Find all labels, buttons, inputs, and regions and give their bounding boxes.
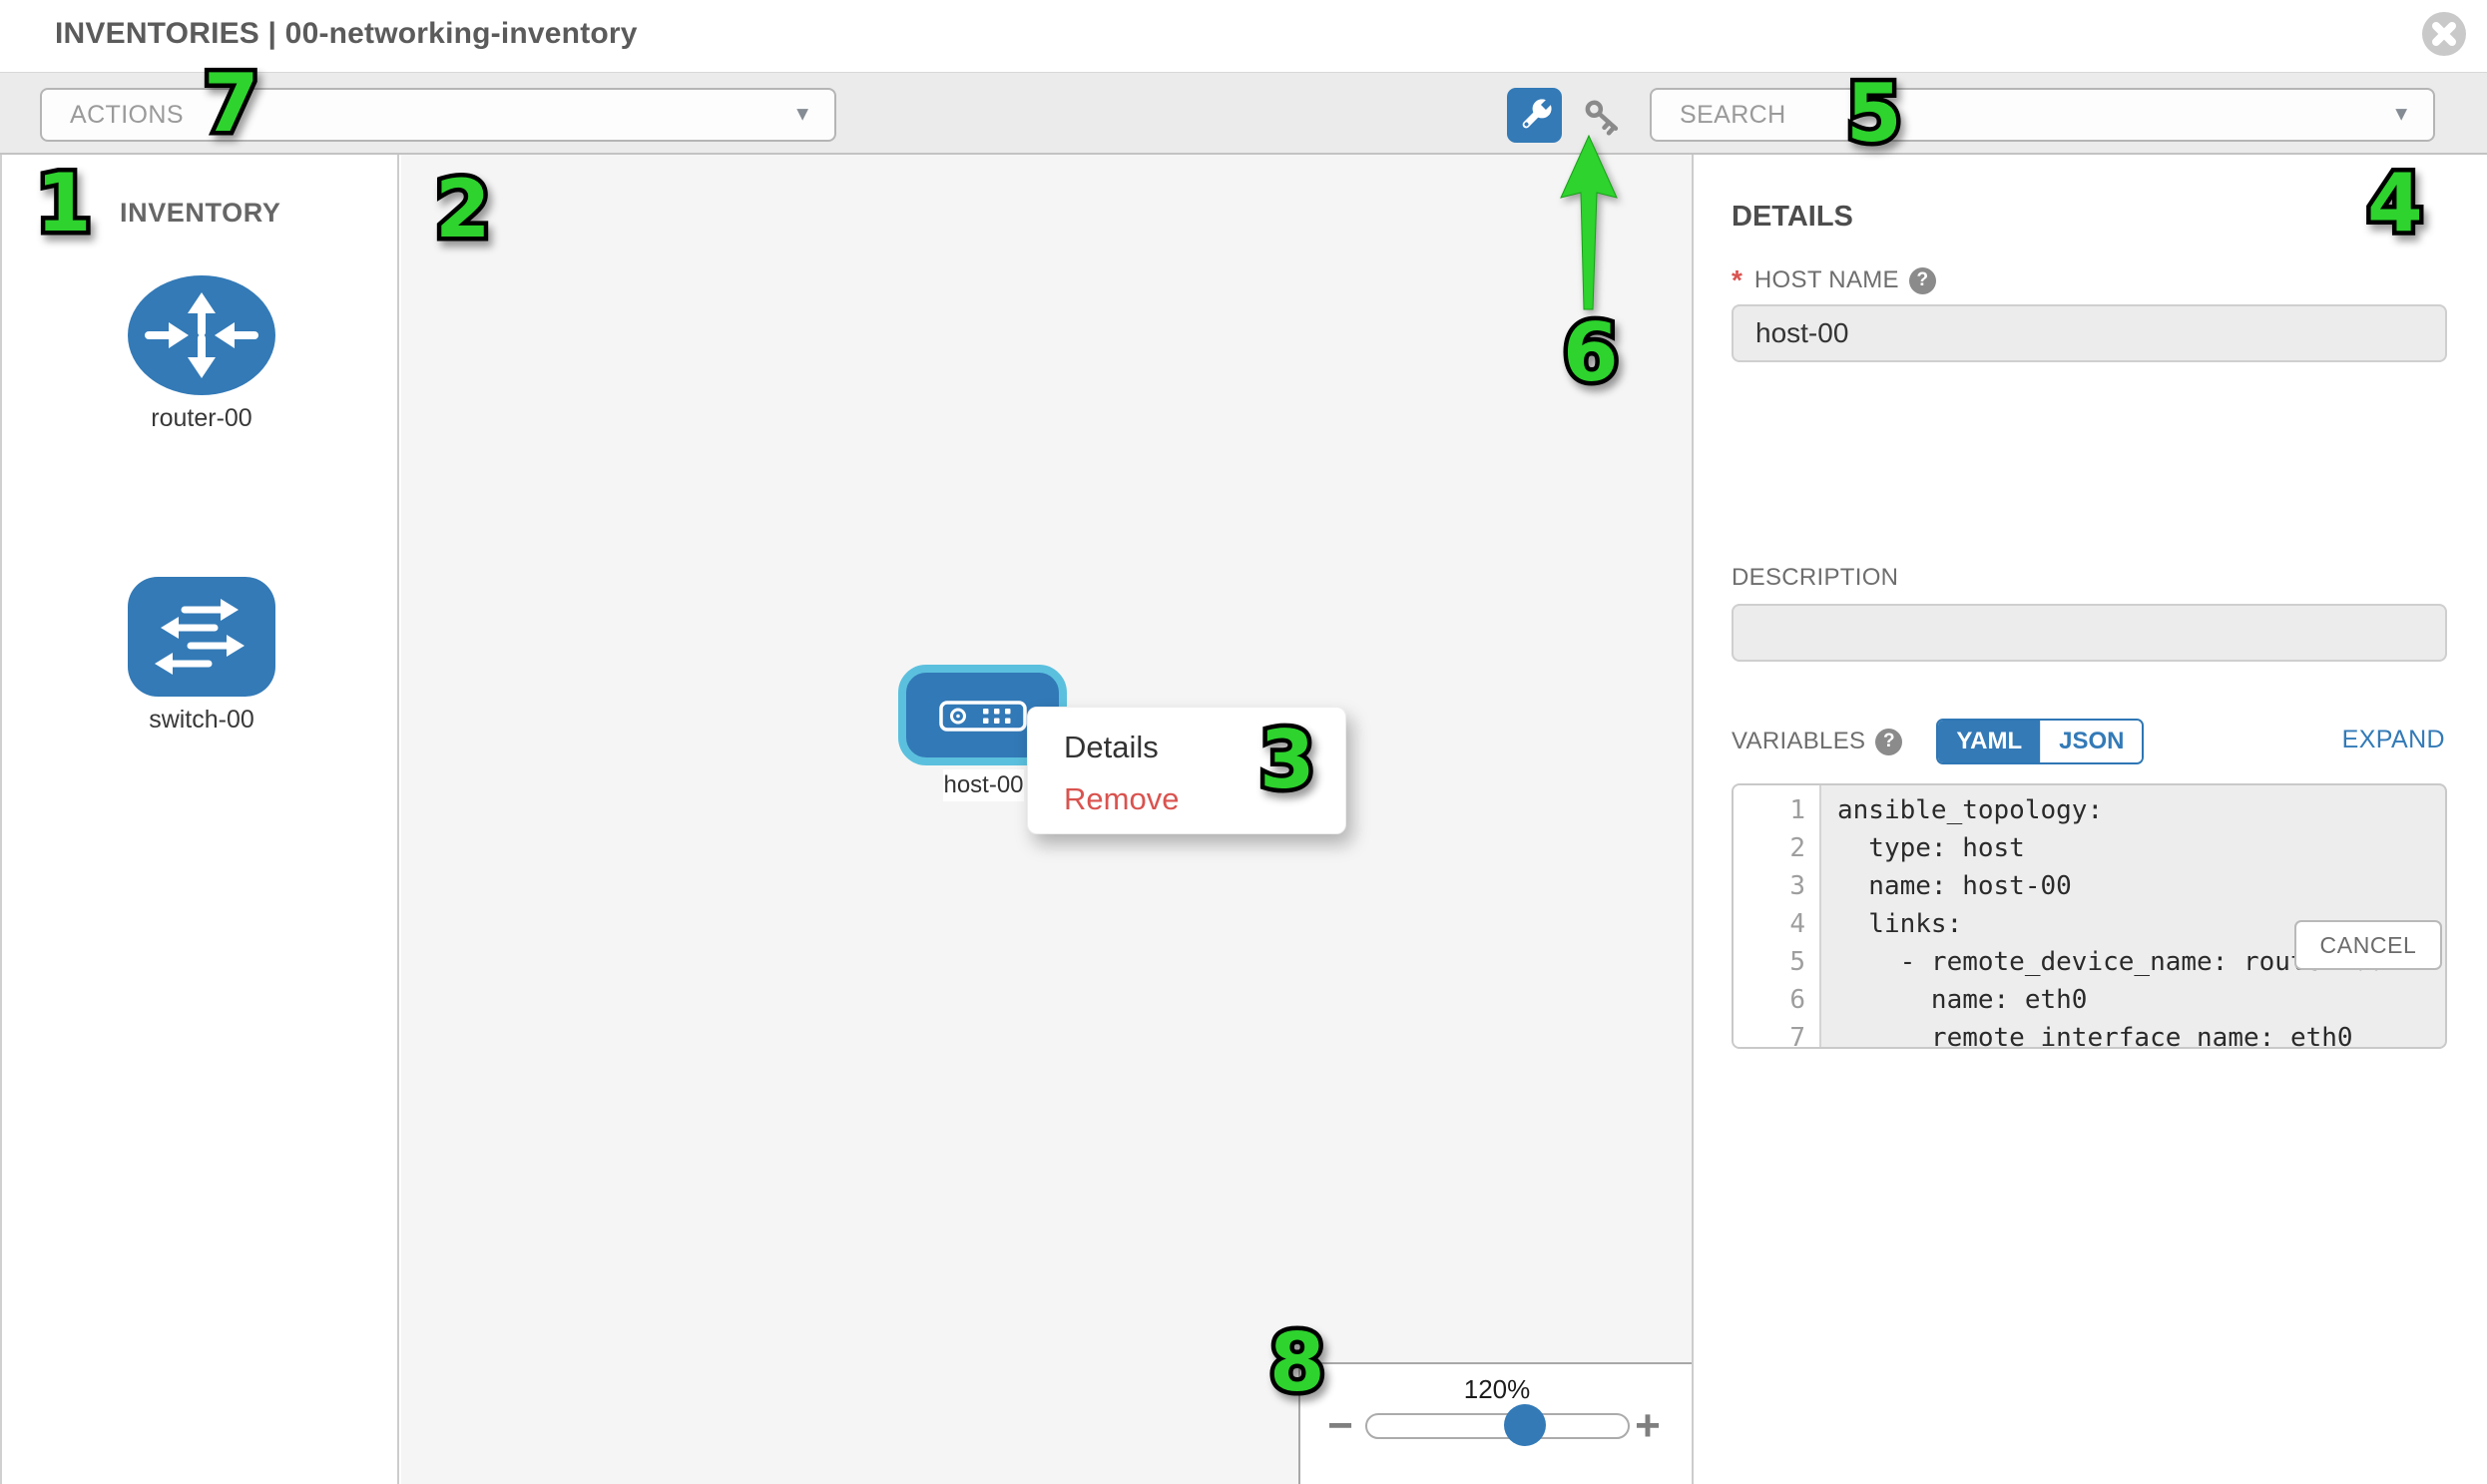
- code-line: remote_interface_name: eth0: [1837, 1019, 2445, 1049]
- node-context-menu: Details Remove: [1027, 707, 1346, 834]
- zoom-level-value: 120%: [1300, 1374, 1692, 1405]
- palette-item-router[interactable]: router-00: [2, 274, 401, 433]
- editor-code-area[interactable]: ansible_topology: type: host name: host-…: [1821, 785, 2445, 1047]
- switch-icon: [127, 576, 276, 698]
- help-icon[interactable]: ?: [1875, 729, 1902, 755]
- toggle-yaml[interactable]: YAML: [1938, 721, 2040, 762]
- variables-format-toggle: YAML JSON: [1936, 719, 2144, 764]
- expand-link[interactable]: EXPAND: [2342, 726, 2445, 754]
- palette-item-label: switch-00: [2, 706, 401, 735]
- breadcrumb: INVENTORIES | 00-networking-inventory: [55, 17, 638, 51]
- menu-item-details[interactable]: Details: [1028, 722, 1345, 773]
- search-dropdown-label: SEARCH: [1652, 101, 1786, 130]
- variables-label: VARIABLES: [1732, 728, 1865, 755]
- description-input[interactable]: [1732, 604, 2447, 662]
- router-icon: [127, 274, 276, 396]
- chevron-down-icon: ▼: [792, 104, 812, 127]
- details-panel: DETAILS * HOST NAME ? DESCRIPTION VARIAB…: [1692, 155, 2487, 1484]
- editor-gutter: 1 2 3 4 5 6 7: [1734, 785, 1821, 1047]
- zoom-slider-track[interactable]: [1365, 1413, 1630, 1439]
- actions-dropdown[interactable]: ACTIONS ▼: [40, 88, 836, 142]
- palette-title: INVENTORY: [120, 198, 280, 229]
- palette-item-switch[interactable]: switch-00: [2, 576, 401, 735]
- line-number: 1: [1734, 791, 1819, 829]
- required-marker: *: [1732, 264, 1742, 296]
- code-line: name: host-00: [1837, 867, 2445, 905]
- credentials-button[interactable]: [1579, 93, 1629, 143]
- key-icon: [1580, 94, 1628, 142]
- host-name-input[interactable]: [1732, 304, 2447, 362]
- line-number: 5: [1734, 943, 1819, 981]
- line-number: 3: [1734, 867, 1819, 905]
- inventory-palette: INVENTORY router-00: [0, 155, 399, 1484]
- code-line: ansible_topology:: [1837, 791, 2445, 829]
- cancel-button[interactable]: CANCEL: [2294, 920, 2442, 970]
- code-line: type: host: [1837, 829, 2445, 867]
- topology-canvas[interactable]: host-00 Details Remove 120% − +: [401, 155, 1692, 1484]
- host-icon: [937, 696, 1029, 736]
- host-node-label: host-00: [943, 769, 1024, 801]
- line-number: 4: [1734, 905, 1819, 943]
- help-icon[interactable]: ?: [1909, 267, 1936, 294]
- main-area: INVENTORY router-00: [0, 155, 2487, 1484]
- palette-item-label: router-00: [2, 404, 401, 433]
- window-header: INVENTORIES | 00-networking-inventory: [0, 0, 2487, 72]
- line-number: 2: [1734, 829, 1819, 867]
- zoom-slider-thumb[interactable]: [1504, 1404, 1546, 1446]
- search-dropdown[interactable]: SEARCH ▼: [1650, 88, 2435, 142]
- close-button[interactable]: [2421, 11, 2467, 57]
- chevron-down-icon: ▼: [2391, 104, 2411, 127]
- zoom-in-button[interactable]: +: [1628, 1404, 1668, 1448]
- close-icon: [2421, 11, 2467, 57]
- menu-item-remove[interactable]: Remove: [1028, 773, 1345, 825]
- toggle-json[interactable]: JSON: [2040, 721, 2142, 762]
- details-panel-title: DETAILS: [1732, 201, 1853, 234]
- line-number: 7: [1734, 1019, 1819, 1049]
- zoom-out-button[interactable]: −: [1320, 1404, 1360, 1448]
- tools-button[interactable]: [1507, 88, 1562, 143]
- topology-toolbar: ACTIONS ▼ SEARCH ▼: [0, 72, 2487, 155]
- zoom-control-panel: 120% − +: [1298, 1362, 1692, 1484]
- code-line: name: eth0: [1837, 981, 2445, 1019]
- actions-dropdown-label: ACTIONS: [42, 101, 184, 130]
- line-number: 6: [1734, 981, 1819, 1019]
- description-label: DESCRIPTION: [1732, 564, 1898, 592]
- host-name-label: HOST NAME: [1754, 266, 1899, 294]
- wrench-icon: [1511, 92, 1559, 140]
- variables-code-editor[interactable]: 1 2 3 4 5 6 7 ansible_topology: type: ho…: [1732, 783, 2447, 1049]
